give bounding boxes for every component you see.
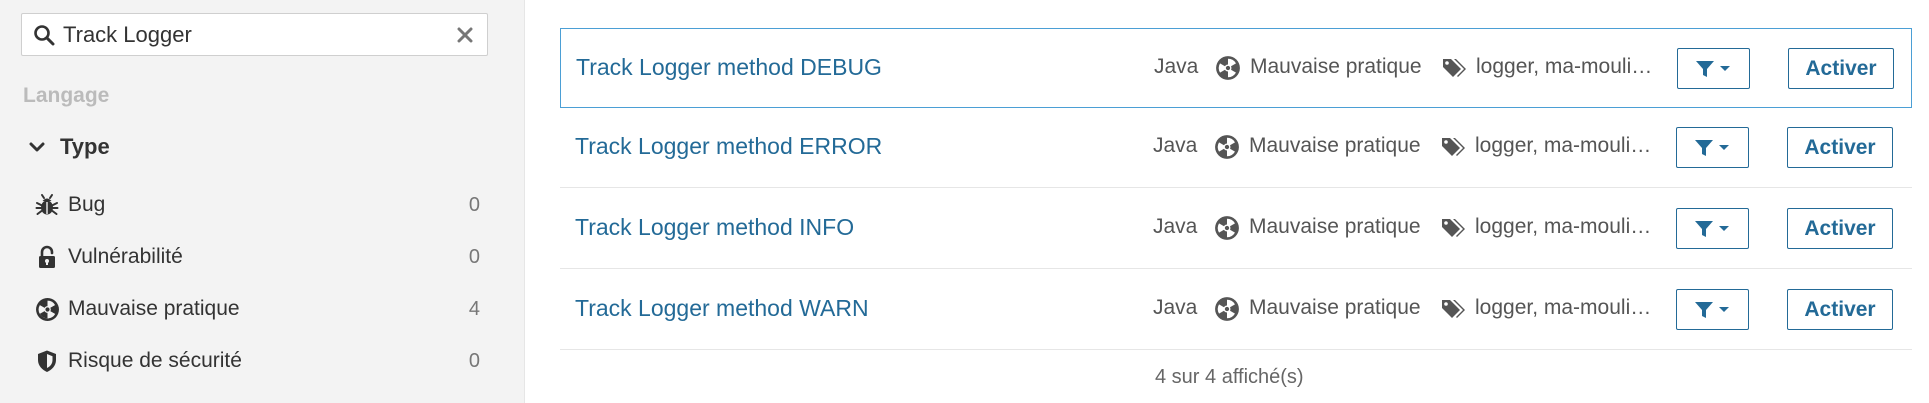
- shield-icon: [34, 348, 60, 374]
- unlock-icon: [34, 244, 60, 270]
- facet-type-label: Type: [60, 134, 110, 159]
- rule-row[interactable]: Track Logger method WARN Java Mauvaise p…: [560, 270, 1912, 350]
- radiation-icon: [1214, 134, 1240, 160]
- clear-search-icon[interactable]: [454, 24, 476, 46]
- filter-icon: [1694, 139, 1713, 156]
- facet-item-label: Bug: [68, 193, 106, 216]
- rule-language: Java: [1153, 134, 1198, 157]
- rule-tags[interactable]: logger, ma-moulinette: [1475, 134, 1656, 158]
- rule-name-link[interactable]: Track Logger method INFO: [575, 214, 854, 241]
- filter-icon: [1695, 60, 1714, 77]
- activate-button[interactable]: Activer: [1788, 48, 1894, 89]
- facet-item-bug[interactable]: Bug 0: [34, 185, 480, 225]
- activate-button[interactable]: Activer: [1787, 127, 1893, 168]
- search-input[interactable]: [63, 21, 443, 48]
- facet-item-vulnerability[interactable]: Vulnérabilité 0: [34, 237, 480, 277]
- facet-item-label: Vulnérabilité: [68, 245, 183, 268]
- facet-item-count: 0: [468, 349, 480, 372]
- rule-name-link[interactable]: Track Logger method WARN: [575, 295, 869, 322]
- facet-language-title[interactable]: Langage: [23, 84, 109, 108]
- tags-icon: [1441, 57, 1467, 79]
- activate-button[interactable]: Activer: [1787, 208, 1893, 249]
- radiation-icon: [34, 296, 60, 322]
- filter-icon: [1694, 301, 1713, 318]
- facet-item-count: 4: [468, 297, 480, 320]
- bug-icon: [34, 192, 60, 218]
- caret-down-icon: [1718, 144, 1729, 150]
- facet-item-security-hotspot[interactable]: Risque de sécurité 0: [34, 341, 480, 381]
- rule-type: Mauvaise pratique: [1249, 296, 1421, 319]
- radiation-icon: [1215, 55, 1241, 81]
- caret-down-icon: [1718, 225, 1729, 231]
- chevron-down-icon: [27, 137, 47, 157]
- facet-item-label: Mauvaise pratique: [68, 297, 240, 320]
- rule-type: Mauvaise pratique: [1249, 134, 1421, 157]
- facet-type-header[interactable]: Type: [27, 134, 110, 160]
- facet-item-count: 0: [468, 193, 480, 216]
- tags-icon: [1440, 217, 1466, 239]
- rule-language: Java: [1154, 55, 1199, 78]
- radiation-icon: [1214, 296, 1240, 322]
- tags-icon: [1440, 136, 1466, 158]
- search-icon: [33, 24, 55, 46]
- rule-type: Mauvaise pratique: [1249, 215, 1421, 238]
- facet-item-label: Risque de sécurité: [68, 349, 242, 372]
- facet-item-count: 0: [468, 245, 480, 268]
- results-count: 4 sur 4 affiché(s): [1155, 366, 1304, 388]
- radiation-icon: [1214, 215, 1240, 241]
- rule-name-link[interactable]: Track Logger method DEBUG: [576, 54, 882, 81]
- sidebar: Langage Type Bug 0: [0, 0, 525, 403]
- search-box: [21, 13, 488, 56]
- rule-row[interactable]: Track Logger method DEBUG Java Mauvaise …: [560, 28, 1912, 108]
- caret-down-icon: [1719, 65, 1730, 71]
- filter-dropdown-button[interactable]: [1676, 289, 1749, 330]
- filter-icon: [1694, 220, 1713, 237]
- rule-tags[interactable]: logger, ma-moulinette: [1476, 55, 1657, 79]
- rule-tags[interactable]: logger, ma-moulinette: [1475, 215, 1656, 239]
- rule-tags[interactable]: logger, ma-moulinette: [1475, 296, 1656, 320]
- rule-type: Mauvaise pratique: [1250, 55, 1422, 78]
- facet-item-code-smell[interactable]: Mauvaise pratique 4: [34, 289, 480, 329]
- filter-dropdown-button[interactable]: [1677, 48, 1750, 89]
- rule-language: Java: [1153, 215, 1198, 238]
- rule-row[interactable]: Track Logger method INFO Java Mauvaise p…: [560, 189, 1912, 269]
- tags-icon: [1440, 298, 1466, 320]
- rule-language: Java: [1153, 296, 1198, 319]
- rule-name-link[interactable]: Track Logger method ERROR: [575, 133, 882, 160]
- rule-row[interactable]: Track Logger method ERROR Java Mauvaise …: [560, 108, 1912, 188]
- caret-down-icon: [1718, 306, 1729, 312]
- filter-dropdown-button[interactable]: [1676, 208, 1749, 249]
- filter-dropdown-button[interactable]: [1676, 127, 1749, 168]
- activate-button[interactable]: Activer: [1787, 289, 1893, 330]
